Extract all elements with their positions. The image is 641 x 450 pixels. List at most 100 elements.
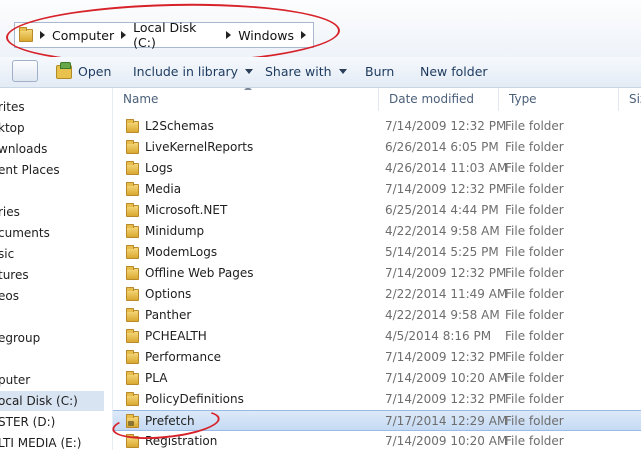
nav-item-videos[interactable]: eos bbox=[0, 286, 104, 306]
file-date: 6/25/2014 4:44 PM bbox=[385, 203, 499, 217]
nav-item-label[interactable]: ocal Disk (C:) bbox=[0, 394, 78, 408]
file-type: File folder bbox=[505, 182, 564, 196]
file-type: File folder bbox=[505, 308, 564, 322]
folder-icon bbox=[126, 203, 139, 217]
file-name: Media bbox=[145, 182, 182, 196]
nav-item-label[interactable]: wnloads bbox=[0, 142, 47, 156]
column-header-name[interactable]: Name bbox=[113, 88, 379, 111]
open-icon bbox=[56, 61, 72, 79]
column-header-size[interactable]: Size bbox=[619, 88, 641, 111]
folder-icon bbox=[126, 161, 139, 175]
nav-item-computer[interactable]: puter bbox=[0, 370, 104, 390]
nav-item-music[interactable]: sic bbox=[0, 244, 104, 264]
table-row[interactable]: PCHEALTH 4/5/2014 8:16 PM File folder bbox=[113, 326, 641, 347]
file-date: 7/14/2009 12:32 PM bbox=[385, 350, 507, 364]
table-row[interactable]: L2Schemas 7/14/2009 12:32 PM File folder bbox=[113, 116, 641, 137]
nav-item-documents[interactable]: cuments bbox=[0, 223, 104, 243]
chevron-down-icon bbox=[338, 69, 347, 74]
include-in-library-button[interactable]: Include in library bbox=[133, 64, 254, 79]
nav-item-label[interactable]: eos bbox=[0, 289, 19, 303]
nav-item-label[interactable]: ent Places bbox=[0, 163, 60, 177]
file-type: File folder bbox=[505, 392, 564, 406]
table-row[interactable]: Options 2/22/2014 11:49 AM File folder bbox=[113, 284, 641, 305]
table-row[interactable]: PolicyDefinitions 7/14/2009 12:32 PM Fil… bbox=[113, 389, 641, 410]
nav-item-label[interactable]: ries bbox=[0, 205, 20, 219]
nav-item-downloads[interactable]: wnloads bbox=[0, 139, 104, 159]
nav-item-label[interactable]: tures bbox=[0, 268, 29, 282]
file-date: 7/14/2009 12:32 PM bbox=[385, 392, 507, 406]
table-row[interactable]: Performance 7/14/2009 12:32 PM File fold… bbox=[113, 347, 641, 368]
file-type: File folder bbox=[505, 119, 564, 133]
table-row[interactable]: PLA 7/14/2009 10:20 AM File folder bbox=[113, 368, 641, 389]
column-header-label: Date modified bbox=[389, 92, 475, 106]
folder-icon bbox=[126, 119, 139, 133]
file-date: 4/22/2014 9:58 AM bbox=[385, 308, 500, 322]
nav-item-label[interactable]: ktop bbox=[0, 121, 25, 135]
address-area: Computer Local Disk (C:) Windows bbox=[0, 0, 641, 68]
table-row[interactable]: Registration 7/14/2009 10:20 AM File fol… bbox=[113, 431, 641, 450]
column-header-date[interactable]: Date modified bbox=[379, 88, 499, 111]
nav-item-label[interactable]: rites bbox=[0, 100, 25, 114]
column-header-type[interactable]: Type bbox=[499, 88, 619, 111]
table-row[interactable]: Media 7/14/2009 12:32 PM File folder bbox=[113, 179, 641, 200]
file-date: 7/14/2009 12:32 PM bbox=[385, 119, 507, 133]
nav-item-pictures[interactable]: tures bbox=[0, 265, 104, 285]
folder-icon bbox=[126, 371, 139, 385]
burn-button[interactable]: Burn bbox=[365, 64, 394, 79]
file-type: File folder bbox=[505, 224, 564, 238]
column-header-label: Size bbox=[629, 92, 641, 106]
file-name: Panther bbox=[145, 308, 192, 322]
table-row[interactable]: ModemLogs 5/14/2014 5:25 PM File folder bbox=[113, 242, 641, 263]
folder-icon bbox=[126, 182, 139, 196]
file-name: Performance bbox=[145, 350, 222, 364]
file-name: PLA bbox=[145, 371, 168, 385]
file-name: ModemLogs bbox=[145, 245, 218, 259]
command-toolbar: Open Include in library Share with Burn … bbox=[0, 57, 641, 88]
folder-icon bbox=[126, 329, 139, 343]
file-type: File folder bbox=[505, 350, 564, 364]
file-type: File folder bbox=[505, 329, 564, 343]
nav-item-drive-e[interactable]: LTI MEDIA (E:) bbox=[0, 433, 104, 450]
nav-item-homegroup[interactable]: egroup bbox=[0, 328, 104, 348]
nav-item-recent-places[interactable]: ent Places bbox=[0, 160, 104, 180]
organize-button[interactable] bbox=[12, 60, 38, 82]
table-row[interactable]: Microsoft.NET 6/25/2014 4:44 PM File fol… bbox=[113, 200, 641, 221]
nav-item-label[interactable]: STER (D:) bbox=[0, 415, 55, 429]
file-date: 7/14/2009 12:32 PM bbox=[385, 266, 507, 280]
table-row[interactable]: Panther 4/22/2014 9:58 AM File folder bbox=[113, 305, 641, 326]
file-name: Offline Web Pages bbox=[145, 266, 254, 280]
file-date: 6/26/2014 6:05 PM bbox=[385, 140, 499, 154]
file-date: 4/26/2014 11:03 AM bbox=[385, 161, 508, 175]
file-type: File folder bbox=[505, 140, 564, 154]
nav-item-favorites[interactable]: rites bbox=[0, 97, 104, 117]
nav-item-label[interactable]: LTI MEDIA (E:) bbox=[0, 436, 81, 450]
chevron-down-icon bbox=[245, 69, 254, 74]
file-type: File folder bbox=[505, 266, 564, 280]
share-with-button[interactable]: Share with bbox=[265, 64, 347, 79]
file-type: File folder bbox=[505, 287, 564, 301]
folder-icon bbox=[126, 308, 139, 322]
burn-label: Burn bbox=[365, 64, 395, 79]
table-row[interactable]: Logs 4/26/2014 11:03 AM File folder bbox=[113, 158, 641, 179]
nav-item-local-disk-c[interactable]: ocal Disk (C:) bbox=[0, 391, 104, 411]
new-folder-label: New folder bbox=[420, 64, 488, 79]
nav-item-desktop[interactable]: ktop bbox=[0, 118, 104, 138]
nav-item-label[interactable]: cuments bbox=[0, 226, 50, 240]
column-header-label: Type bbox=[509, 92, 537, 106]
table-row[interactable]: LiveKernelReports 6/26/2014 6:05 PM File… bbox=[113, 137, 641, 158]
nav-item-label[interactable]: puter bbox=[0, 373, 30, 387]
open-label: Open bbox=[78, 64, 112, 79]
file-name: LiveKernelReports bbox=[145, 140, 254, 154]
table-row[interactable]: Offline Web Pages 7/14/2009 12:32 PM Fil… bbox=[113, 263, 641, 284]
file-date: 7/14/2009 10:20 AM bbox=[385, 371, 508, 385]
nav-item-label[interactable]: sic bbox=[0, 247, 14, 261]
nav-item-libraries[interactable]: ries bbox=[0, 202, 104, 222]
file-date: 5/14/2014 5:25 PM bbox=[385, 245, 499, 259]
nav-item-label[interactable]: egroup bbox=[0, 331, 40, 345]
nav-item-drive-d[interactable]: STER (D:) bbox=[0, 412, 104, 432]
folder-icon bbox=[126, 350, 139, 364]
folder-icon bbox=[126, 266, 139, 280]
open-button[interactable]: Open bbox=[56, 61, 112, 79]
new-folder-button[interactable]: New folder bbox=[420, 64, 488, 79]
table-row[interactable]: Minidump 4/22/2014 9:58 AM File folder bbox=[113, 221, 641, 242]
